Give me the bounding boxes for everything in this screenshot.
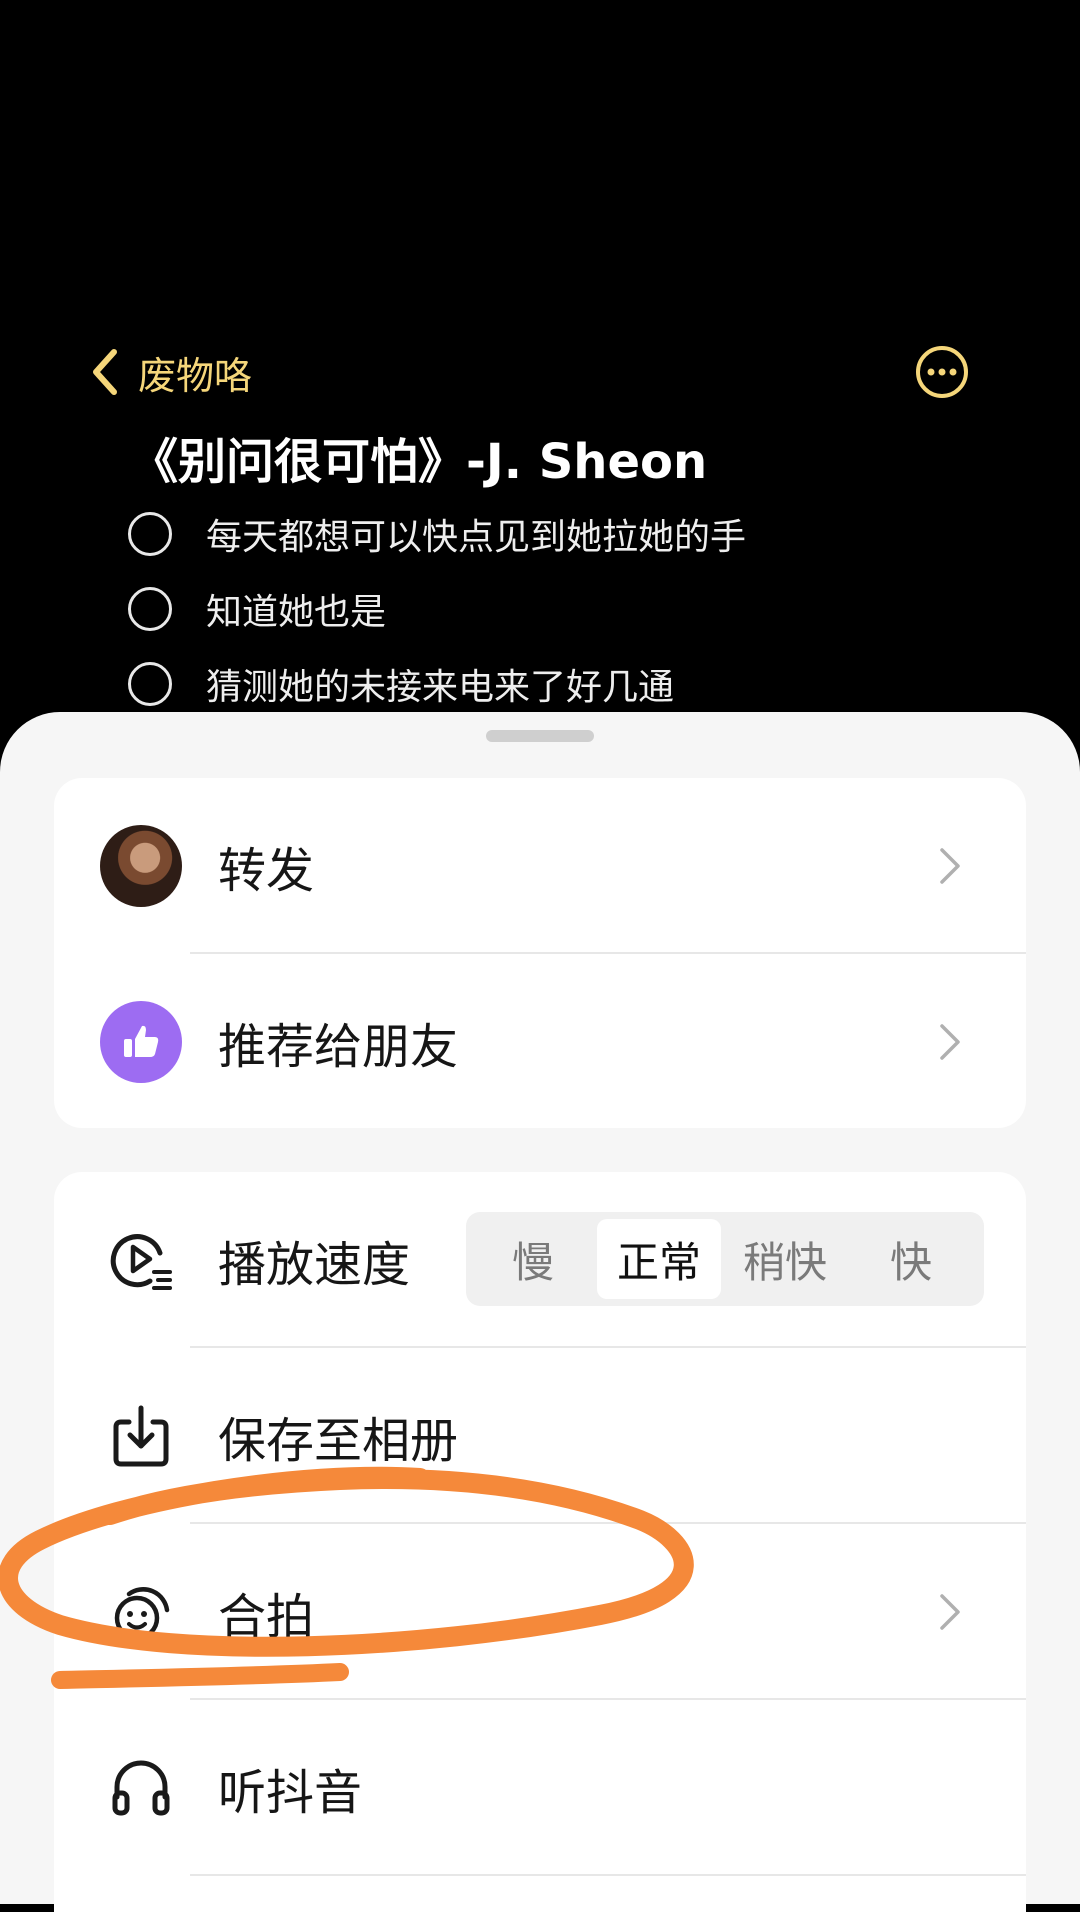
speed-option-normal[interactable]: 正常 (597, 1219, 721, 1299)
todo-text: 知道她也是 (206, 592, 387, 633)
headphones-icon (100, 1747, 182, 1829)
todo-checkbox[interactable] (128, 587, 172, 631)
share-sheet: 转发 推荐给朋友 播放速度 慢 正常 稍快 快 保存至相册 合拍 听抖音 (0, 712, 1080, 1912)
speed-option-faster[interactable]: 稍快 (723, 1219, 847, 1299)
save-to-album-row[interactable]: 保存至相册 (54, 1348, 1026, 1524)
playback-speed-label: 播放速度 (218, 1237, 411, 1293)
listen-douyin-label: 听抖音 (218, 1765, 363, 1821)
todo-checkbox[interactable] (128, 662, 172, 706)
playback-speed-icon (100, 1219, 182, 1301)
note-view: 废物咯 《别问很可怕》-J. Sheon 每天都想可以快点见到她拉她的手 知道她… (0, 0, 1080, 740)
avatar (100, 825, 182, 907)
thumbs-up-icon (100, 1001, 182, 1083)
speed-option-slow[interactable]: 慢 (471, 1219, 595, 1299)
forward-label: 转发 (218, 843, 315, 899)
duet-label: 合拍 (218, 1589, 315, 1645)
back-label: 废物咯 (138, 353, 253, 398)
download-icon (100, 1395, 182, 1477)
actions-card: 播放速度 慢 正常 稍快 快 保存至相册 合拍 听抖音 (54, 1172, 1026, 1912)
chevron-right-icon (940, 848, 960, 884)
note-title: 《别问很可怕》-J. Sheon (130, 434, 708, 490)
playback-speed-row: 播放速度 慢 正常 稍快 快 (54, 1172, 1026, 1348)
recommend-row[interactable]: 推荐给朋友 (54, 954, 1026, 1128)
listen-douyin-row[interactable]: 听抖音 (54, 1700, 1026, 1876)
recommend-label: 推荐给朋友 (218, 1019, 459, 1075)
chevron-right-icon (940, 1594, 960, 1630)
save-to-album-label: 保存至相册 (218, 1413, 459, 1469)
todo-item: 知道她也是 (128, 583, 386, 635)
sheet-grabber[interactable] (486, 730, 594, 742)
forward-row[interactable]: 转发 (54, 778, 1026, 954)
todo-text: 猜测她的未接来电来了好几通 (206, 667, 675, 708)
back-button[interactable]: 废物咯 (88, 344, 252, 400)
chevron-left-icon (93, 349, 117, 395)
more-options-icon[interactable] (914, 344, 970, 400)
chevron-right-icon (940, 1024, 960, 1060)
todo-checkbox[interactable] (128, 512, 172, 556)
speed-segmented-control: 慢 正常 稍快 快 (466, 1212, 984, 1306)
speed-option-fast[interactable]: 快 (849, 1219, 973, 1299)
todo-text: 每天都想可以快点见到她拉她的手 (206, 517, 747, 558)
duet-icon (100, 1571, 182, 1653)
share-card: 转发 推荐给朋友 (54, 778, 1026, 1128)
duet-row[interactable]: 合拍 (54, 1524, 1026, 1700)
divider (190, 1874, 1026, 1876)
todo-item: 每天都想可以快点见到她拉她的手 (128, 508, 746, 560)
todo-item: 猜测她的未接来电来了好几通 (128, 658, 674, 710)
